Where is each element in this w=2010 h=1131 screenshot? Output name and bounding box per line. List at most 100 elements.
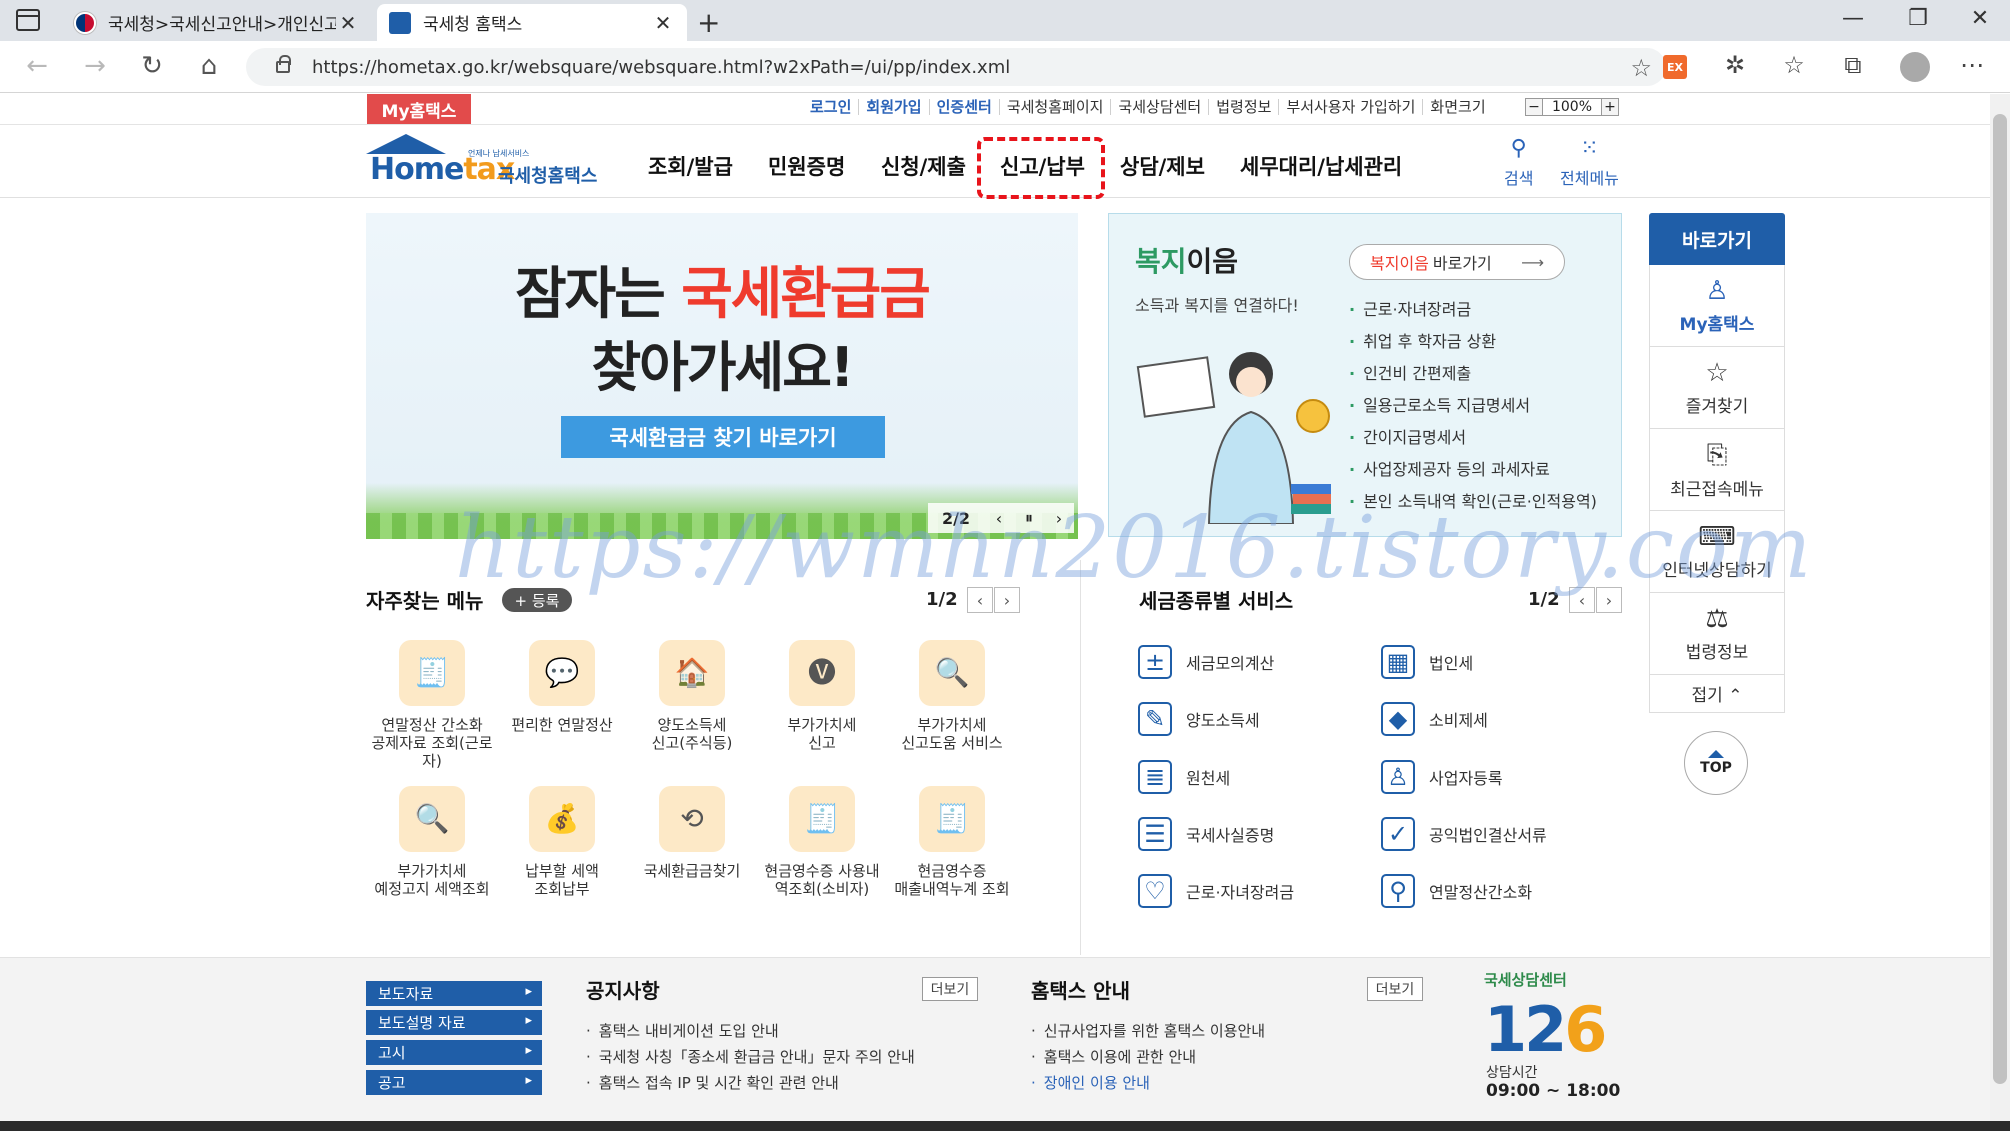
frequent-menu-item[interactable]: 🧾 현금영수증 사용내 역조회(소비자) (757, 786, 887, 898)
welfare-item[interactable]: 간이지급명세서 (1349, 422, 1597, 454)
login-link[interactable]: 로그인 (803, 99, 860, 115)
notice-gosi-button[interactable]: 고시 (366, 1040, 542, 1065)
nts-home-link[interactable]: 국세청홈페이지 (1000, 99, 1112, 115)
tax-prev-button[interactable]: ‹ (1569, 587, 1595, 613)
collections-icon[interactable]: ⧉ (1836, 51, 1870, 79)
menu-tax-agent[interactable]: 세무대리/납세관리 (1240, 151, 1402, 181)
welfare-item[interactable]: 인건비 간편제출 (1349, 358, 1597, 390)
scrollbar-thumb[interactable] (1993, 114, 2007, 1084)
tax-sim-calc[interactable]: ± 세금모의계산 (1138, 645, 1274, 679)
close-window-icon[interactable]: ✕ (1965, 6, 1995, 31)
register-button[interactable]: + 등록 (502, 588, 572, 612)
tax-year-end-simple[interactable]: ⚲ 연말정산간소화 (1381, 874, 1532, 908)
search-button[interactable]: ⚲ 검색 (1504, 136, 1533, 189)
notice-item[interactable]: 홈택스 접속 IP 및 시간 확인 관련 안내 (586, 1070, 915, 1096)
consult-center-link[interactable]: 국세상담센터 (1111, 99, 1210, 115)
new-tab-icon[interactable]: + (697, 6, 720, 39)
refund-find-button[interactable]: 국세환급금 찾기 바로가기 (561, 416, 885, 458)
quick-recent-menu[interactable]: ⎘ 최근접속메뉴 (1649, 429, 1785, 511)
more-options-icon[interactable]: ⋯ (1955, 51, 1989, 79)
zoom-in-button[interactable]: + (1601, 98, 1619, 116)
refund-banner[interactable]: 잠자는 국세환급금 찾아가세요! 국세환급금 찾기 바로가기 2/2 ‹ ⏸ › (366, 213, 1078, 539)
notice-item[interactable]: 국세청 사칭「종소세 환급금 안내」문자 주의 안내 (586, 1044, 915, 1070)
refresh-icon[interactable]: ↻ (135, 51, 169, 81)
welfare-go-button[interactable]: 복지이음 바로가기 ⟶ (1349, 244, 1565, 280)
call-center-banner[interactable]: 국세상담센터 126 상담시간 09:00 ~ 18:00 (1484, 969, 1624, 1109)
minimize-icon[interactable]: — (1838, 6, 1868, 31)
all-menu-button[interactable]: ⁙ 전체메뉴 (1560, 136, 1619, 189)
tax-fact-certificate[interactable]: ☰ 국세사실증명 (1138, 817, 1274, 851)
frequent-menu-item[interactable]: 💬 편리한 연말정산 (497, 640, 627, 734)
tax-transfer-income[interactable]: ✎ 양도소득세 (1138, 702, 1260, 736)
frequent-prev-button[interactable]: ‹ (967, 587, 993, 613)
frequent-menu-item[interactable]: 🧾 현금영수증 매출내역누계 조회 (887, 786, 1017, 898)
home-icon[interactable]: ⌂ (192, 51, 226, 81)
hometax-logo[interactable]: 언제나 납세서비스 Hometax 국세청홈택스 (366, 134, 606, 190)
press-release-button[interactable]: 보도자료 (366, 981, 542, 1006)
close-tab-icon[interactable]: ✕ (651, 11, 675, 35)
welfare-item[interactable]: 일용근로소득 지급명세서 (1349, 390, 1597, 422)
banner-next-icon[interactable]: › (1044, 509, 1074, 528)
page-scrollbar[interactable] (1990, 94, 2010, 1131)
extensions-icon[interactable]: ✲ (1718, 51, 1752, 79)
signup-link[interactable]: 회원가입 (859, 99, 930, 115)
quick-online-consult[interactable]: ⌨ 인터넷상담하기 (1649, 511, 1785, 593)
tax-public-interest[interactable]: ✓ 공익법인결산서류 (1381, 817, 1547, 851)
menu-application-submission[interactable]: 신청/제출 (881, 151, 966, 181)
welfare-item[interactable]: 취업 후 학자금 상환 (1349, 326, 1597, 358)
tax-next-button[interactable]: › (1596, 587, 1622, 613)
tab-actions-icon[interactable] (16, 9, 40, 31)
ex-extension-icon[interactable]: EX (1663, 55, 1687, 79)
quick-favorites[interactable]: ☆ 즐겨찾기 (1649, 347, 1785, 429)
guide-item[interactable]: 장애인 이용 안내 (1031, 1070, 1265, 1096)
forward-icon[interactable]: → (78, 51, 112, 81)
quick-my-hometax[interactable]: ♙ My홈택스 (1649, 265, 1785, 347)
back-icon[interactable]: ← (20, 51, 54, 81)
frequent-menu-item[interactable]: 🧾 연말정산 간소화 공제자료 조회(근로 자) (367, 640, 497, 770)
public-notice-button[interactable]: 공고 (366, 1070, 542, 1095)
frequent-menu-item[interactable]: 🔍 부가가치세 신고도움 서비스 (887, 640, 1017, 752)
notice-more-button[interactable]: 더보기 (922, 977, 978, 1001)
tax-business-registration[interactable]: ♙ 사업자등록 (1381, 760, 1503, 794)
favorite-add-icon[interactable]: ☆ (1630, 54, 1652, 82)
fold-button[interactable]: 접기 ⌃ (1649, 675, 1785, 713)
frequent-menu-item[interactable]: ⟲ 국세환급금찾기 (627, 786, 757, 880)
tax-withholding[interactable]: ≣ 원천세 (1138, 760, 1230, 794)
menu-civil-certificate[interactable]: 민원증명 (768, 151, 845, 181)
browser-tab-nts[interactable]: 국세청>국세신고안내>개인신고 ✕ (62, 4, 372, 41)
favorites-icon[interactable]: ☆ (1777, 51, 1811, 79)
scroll-top-button[interactable]: TOP (1684, 731, 1748, 795)
guide-item[interactable]: 홈택스 이용에 관한 안내 (1031, 1044, 1265, 1070)
dept-user-join-link[interactable]: 부서사용자 가입하기 (1279, 99, 1424, 115)
welfare-item[interactable]: 근로·자녀장려금 (1349, 294, 1597, 326)
frequent-menu-item[interactable]: 🔍 부가가치세 예정고지 세액조회 (367, 786, 497, 898)
notice-item[interactable]: 홈택스 내비게이션 도입 안내 (586, 1018, 915, 1044)
welfare-item[interactable]: 사업장제공자 등의 과세자료 (1349, 454, 1597, 486)
url-field[interactable]: https://hometax.go.kr/websquare/websquar… (246, 48, 1666, 86)
zoom-out-button[interactable]: − (1525, 98, 1543, 116)
law-info-link[interactable]: 법령정보 (1209, 99, 1280, 115)
banner-pause-icon[interactable]: ⏸ (1014, 508, 1044, 528)
frequent-menu-item[interactable]: 🏠 양도소득세 신고(주식등) (627, 640, 757, 752)
tax-earned-income-credit[interactable]: ♡ 근로·자녀장려금 (1138, 874, 1294, 908)
tax-consumption[interactable]: ◆ 소비제세 (1381, 702, 1488, 736)
menu-inquiry-issue[interactable]: 조회/발급 (648, 151, 733, 181)
guide-item[interactable]: 신규사업자를 위한 홈택스 이용안내 (1031, 1018, 1265, 1044)
guide-more-button[interactable]: 더보기 (1367, 977, 1423, 1001)
profile-avatar[interactable] (1900, 52, 1930, 82)
close-tab-icon[interactable]: ✕ (336, 11, 360, 35)
frequent-menu-item[interactable]: 💰 납부할 세액 조회납부 (497, 786, 627, 898)
tax-corporate[interactable]: ▦ 법인세 (1381, 645, 1473, 679)
welfare-item[interactable]: 본인 소득내역 확인(근로·인적용역) (1349, 486, 1597, 518)
banner-prev-icon[interactable]: ‹ (984, 509, 1014, 528)
frequent-next-button[interactable]: › (994, 587, 1020, 613)
menu-consult-report[interactable]: 상담/제보 (1120, 151, 1205, 181)
quick-law-info[interactable]: ⚖ 법령정보 (1649, 593, 1785, 675)
lock-icon[interactable] (276, 55, 291, 73)
my-hometax-tab[interactable]: My홈택스 (367, 94, 471, 124)
frequent-menu-item[interactable]: 🅥 부가가치세 신고 (757, 640, 887, 752)
maximize-icon[interactable]: ❐ (1903, 6, 1933, 31)
cert-center-link[interactable]: 인증센터 (930, 99, 1000, 115)
browser-tab-hometax[interactable]: 국세청 홈택스 ✕ (377, 4, 687, 41)
press-explanation-button[interactable]: 보도설명 자료 (366, 1010, 542, 1035)
